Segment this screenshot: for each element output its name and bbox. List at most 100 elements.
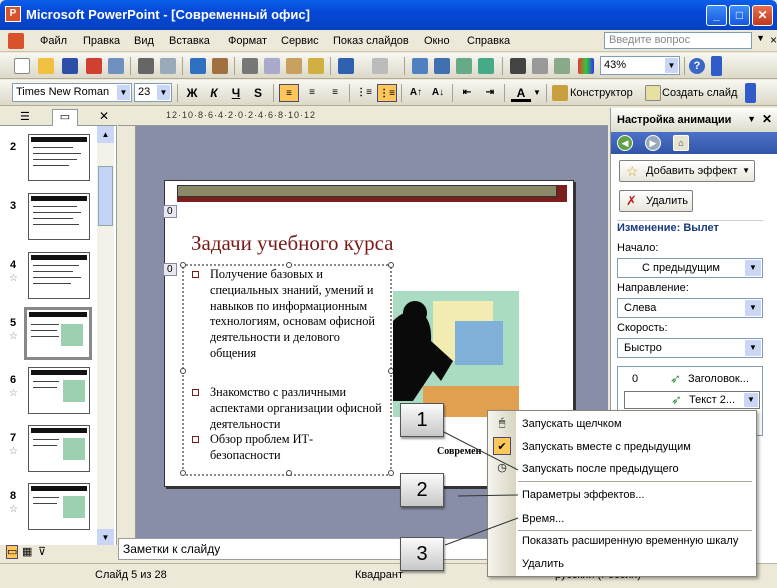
animation-list-item[interactable]: 0 ➶ Заголовок... (618, 371, 762, 389)
research-icon[interactable] (212, 58, 228, 74)
chevron-down-icon[interactable]: ▼ (756, 33, 765, 43)
menu-format[interactable]: Формат (228, 35, 267, 47)
resize-handle[interactable] (388, 470, 394, 476)
menu-insert[interactable]: Вставка (169, 35, 210, 47)
text-placeholder[interactable]: Получение базовых и специальных знаний, … (180, 262, 394, 476)
paste-icon[interactable] (286, 58, 302, 74)
help-icon[interactable]: ? (689, 58, 705, 74)
chevron-down-icon[interactable]: ▼ (665, 58, 678, 73)
color-icon[interactable] (578, 58, 594, 74)
menu-help[interactable]: Справка (467, 35, 510, 47)
resize-handle[interactable] (180, 470, 186, 476)
add-effect-button[interactable]: ☆ Добавить эффект ▼ (619, 160, 755, 182)
slide-thumbnail-selected[interactable] (24, 307, 92, 360)
font-color-button[interactable]: A (511, 84, 531, 102)
open-icon[interactable] (38, 58, 54, 74)
animation-order-badge[interactable]: 0 (163, 205, 177, 218)
close-icon[interactable]: ✕ (762, 112, 772, 126)
slide-thumbnail[interactable] (28, 483, 90, 530)
email-icon[interactable] (108, 58, 124, 74)
align-left-button[interactable]: ≡ (279, 84, 299, 102)
close-icon[interactable]: ✕ (99, 109, 109, 123)
chevron-down-icon[interactable]: ▼ (745, 300, 761, 316)
print-icon[interactable] (138, 58, 154, 74)
designer-button[interactable]: Конструктор (570, 87, 633, 99)
menu-edit[interactable]: Правка (83, 35, 120, 47)
italic-button[interactable]: К (204, 84, 224, 102)
slides-scrollbar[interactable]: ▲ ▼ (97, 126, 114, 546)
menu-item-effect-options[interactable]: Параметры эффектов... (522, 489, 752, 501)
normal-view-icon[interactable]: ▭ (6, 545, 19, 559)
menu-item-on-click[interactable]: Запускать щелчком (522, 418, 752, 430)
slide-thumbnail[interactable] (28, 252, 90, 299)
shadow-button[interactable]: S (248, 84, 268, 102)
title-bar[interactable]: P Microsoft PowerPoint - [Современный оф… (0, 0, 777, 30)
tab-outline[interactable]: ☰ (20, 110, 30, 123)
toolbar-options-icon[interactable] (745, 83, 756, 103)
direction-select[interactable]: Слева ▼ (617, 298, 763, 318)
undo-icon[interactable] (338, 58, 354, 74)
menu-slideshow[interactable]: Показ слайдов (333, 35, 409, 47)
preview-icon[interactable] (160, 58, 176, 74)
maximize-button[interactable]: □ (729, 5, 750, 26)
cut-icon[interactable] (242, 58, 258, 74)
grid-icon[interactable] (554, 58, 570, 74)
slide-thumbnail[interactable] (28, 425, 90, 472)
slide-thumbnail[interactable] (28, 367, 90, 414)
help-search-input[interactable]: Введите вопрос ▼ (604, 32, 765, 49)
home-icon[interactable]: ⌂ (673, 135, 689, 151)
tab-slides[interactable]: ▭ (52, 109, 78, 126)
underline-button[interactable]: Ч (226, 84, 246, 102)
resize-handle[interactable] (286, 470, 292, 476)
formatting-marks-icon[interactable] (532, 58, 548, 74)
forward-icon[interactable]: ▶ (645, 135, 661, 151)
delete-effect-button[interactable]: ✗ Удалить (619, 190, 693, 212)
font-select[interactable]: Times New Roman ▼ (12, 83, 132, 102)
toolbar-options-icon[interactable] (711, 56, 722, 76)
chevron-down-icon[interactable]: ▼ (745, 260, 761, 276)
new-icon[interactable] (14, 58, 30, 74)
permission-icon[interactable] (86, 58, 102, 74)
chevron-down-icon[interactable]: ▼ (745, 340, 761, 356)
save-icon[interactable] (62, 58, 78, 74)
start-select[interactable]: С предыдущим ▼ (617, 258, 763, 278)
animation-list-item-selected[interactable]: ➶ Текст 2... ▼ (624, 391, 760, 409)
animation-order-badge[interactable]: 0 (163, 263, 177, 276)
decrease-indent-button[interactable]: ⇤ (457, 84, 477, 102)
copy-icon[interactable] (264, 58, 280, 74)
chevron-down-icon[interactable]: ▼ (117, 85, 130, 100)
resize-handle[interactable] (286, 262, 292, 268)
bullets-button[interactable]: ⋮≡ (377, 84, 397, 102)
resize-handle[interactable] (180, 262, 186, 268)
resize-handle[interactable] (180, 368, 186, 374)
menu-item-after-previous[interactable]: Запускать после предыдущего (522, 463, 752, 475)
table-icon[interactable] (434, 58, 450, 74)
slideshow-view-icon[interactable]: ⊽ (38, 545, 46, 558)
menu-tools[interactable]: Сервис (281, 35, 319, 47)
slide-title[interactable]: Задачи учебного курса (191, 231, 394, 256)
minimize-button[interactable]: _ (706, 5, 727, 26)
bold-button[interactable]: Ж (182, 84, 202, 102)
chart-icon[interactable] (412, 58, 428, 74)
office-clipart[interactable] (393, 291, 519, 417)
menu-item-show-timeline[interactable]: Показать расширенную временную шкалу (522, 535, 752, 547)
increase-font-button[interactable]: A↑ (406, 84, 426, 102)
chevron-down-icon[interactable]: ▼ (157, 85, 170, 100)
slide-thumbnail[interactable] (28, 134, 90, 181)
zoom-select[interactable]: 43% ▼ (600, 56, 680, 75)
document-icon[interactable] (8, 33, 24, 49)
tables-borders-icon[interactable] (456, 58, 472, 74)
clipart-icon[interactable] (478, 58, 494, 74)
menu-item-timing[interactable]: Время... (522, 513, 752, 525)
decrease-font-button[interactable]: A↓ (428, 84, 448, 102)
close-button[interactable]: ✕ (752, 5, 773, 26)
align-center-button[interactable]: ≡ (302, 84, 322, 102)
slide-thumbnail[interactable] (28, 193, 90, 240)
close-document-icon[interactable]: × (770, 33, 777, 47)
menu-file[interactable]: Файл (40, 35, 67, 47)
menu-window[interactable]: Окно (424, 35, 450, 47)
expand-icon[interactable] (510, 58, 526, 74)
back-icon[interactable]: ◀ (617, 135, 633, 151)
sorter-view-icon[interactable]: ▦ (22, 545, 32, 558)
format-painter-icon[interactable] (308, 58, 324, 74)
